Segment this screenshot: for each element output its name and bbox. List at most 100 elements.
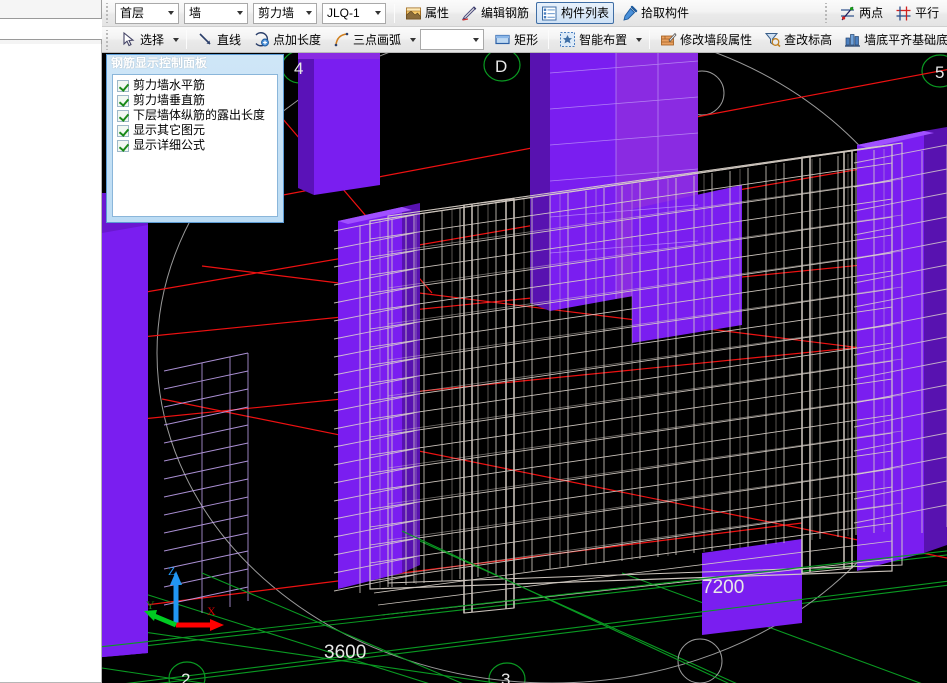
edit-rebar-label: 编辑钢筋 xyxy=(481,6,530,20)
three-point-arc-label: 三点画弧 xyxy=(353,32,402,47)
rectangle-button[interactable]: 矩形 xyxy=(489,29,543,51)
checkbox[interactable] xyxy=(117,109,129,122)
wall-base-flush-foundation-label: 墙底平齐基础底 xyxy=(864,32,947,47)
toolbar-grip-handle-2[interactable] xyxy=(823,3,832,23)
toolbar2-separator-1 xyxy=(186,30,188,49)
two-point-icon xyxy=(839,5,856,22)
select-button[interactable]: 选择 xyxy=(115,29,169,51)
toolbar2-separator-2 xyxy=(548,30,550,49)
rebar-display-control-panel[interactable]: 钢筋显示控制面板 剪力墙水平筋 剪力墙垂直筋 下层墙体纵筋的露出长度 显示其它图… xyxy=(106,54,284,223)
two-point-button[interactable]: 两点 xyxy=(834,2,888,24)
style-select[interactable] xyxy=(420,29,485,50)
rebar-panel-body: 剪力墙水平筋 剪力墙垂直筋 下层墙体纵筋的露出长度 显示其它图元 显示详细公式 xyxy=(112,74,278,217)
three-point-arc-button[interactable]: 三点画弧 xyxy=(328,29,406,51)
wall-base-flush-foundation-button[interactable]: 墙底平齐基础底 xyxy=(839,29,947,51)
grid-label-4: 4 xyxy=(294,59,303,78)
select-label: 选择 xyxy=(140,32,165,47)
grid-label-3: 3 xyxy=(501,670,510,683)
smart-layout-icon xyxy=(559,31,576,48)
line-button[interactable]: 直线 xyxy=(192,29,246,51)
option-label: 显示详细公式 xyxy=(133,138,206,152)
component-category-select[interactable]: 剪力墙 xyxy=(253,2,317,24)
application-window: 首层 墙 剪力墙 JLQ-1 属性 编辑钢筋 构件列表 拾取构件 两点 平行 选… xyxy=(0,0,947,683)
parallel-button[interactable]: 平行 xyxy=(890,2,944,24)
option-label: 剪力墙水平筋 xyxy=(133,78,206,92)
smart-layout-button[interactable]: 智能布置 xyxy=(554,29,632,51)
left-sidebar-panel xyxy=(0,0,163,683)
line-label: 直线 xyxy=(217,32,242,47)
properties-icon xyxy=(405,5,422,22)
toolbar-primary: 首层 墙 剪力墙 JLQ-1 属性 编辑钢筋 构件列表 拾取构件 两点 平行 xyxy=(102,0,947,27)
rebar-panel-title: 钢筋显示控制面板 xyxy=(111,56,208,70)
grid-label-2: 2 xyxy=(181,670,190,683)
point-add-length-label: 点加长度 xyxy=(273,32,322,47)
toolbar-separator xyxy=(394,3,395,23)
toolbar2-grip-handle[interactable] xyxy=(104,29,112,50)
wall-base-icon xyxy=(844,31,861,48)
rectangle-label: 矩形 xyxy=(514,32,539,47)
modify-wall-segment-label: 修改墙段属性 xyxy=(680,32,753,47)
dimension-3600: 3600 xyxy=(324,642,366,663)
3d-viewport[interactable]: 3600 7200 4 D 5 2 3 Z X Y 钢筋显示控制面板 剪力墙水平… xyxy=(102,53,947,683)
component-type-select[interactable]: 墙 xyxy=(184,2,248,24)
edit-rebar-button[interactable]: 编辑钢筋 xyxy=(456,2,534,24)
point-add-length-button[interactable]: 点加长度 xyxy=(248,29,326,51)
checkbox[interactable] xyxy=(117,124,129,137)
sidebar-search-bar xyxy=(0,18,163,40)
check-modify-elevation-label: 查改标高 xyxy=(784,32,833,47)
parallel-icon xyxy=(895,5,912,22)
grid-label-5: 5 xyxy=(935,63,944,82)
pick-component-label: 拾取构件 xyxy=(641,6,690,20)
shear-wall-horizontal-rebar[interactable]: 剪力墙水平筋 xyxy=(117,78,275,93)
smart-layout-label: 智能布置 xyxy=(579,32,628,47)
modify-wall-segment-button[interactable]: 修改墙段属性 xyxy=(655,29,757,51)
properties-button[interactable]: 属性 xyxy=(400,2,454,24)
parallel-label: 平行 xyxy=(915,6,940,20)
cursor-icon xyxy=(120,31,137,48)
axis-label-x: X xyxy=(207,604,216,618)
check-modify-elevation-button[interactable]: 查改标高 xyxy=(759,29,837,51)
option-label: 下层墙体纵筋的露出长度 xyxy=(133,108,266,122)
component-list-icon xyxy=(541,5,558,22)
checkbox[interactable] xyxy=(117,94,129,107)
chevron-down-icon[interactable] xyxy=(370,4,385,23)
component-list-label: 构件列表 xyxy=(561,6,610,20)
lower-wall-vertical-rebar-exposed-length[interactable]: 下层墙体纵筋的露出长度 xyxy=(117,108,275,123)
show-other-elements[interactable]: 显示其它图元 xyxy=(117,123,275,138)
elevation-icon xyxy=(764,31,781,48)
three-point-arc-dropdown[interactable] xyxy=(407,30,419,50)
axis-label-z: Z xyxy=(168,564,175,578)
shear-wall-vertical-rebar[interactable]: 剪力墙垂直筋 xyxy=(117,93,275,108)
smart-layout-dropdown[interactable] xyxy=(633,30,645,50)
toolbar-secondary: 选择 直线 点加长度 三点画弧 矩形 智能布置 修改墙段属性 查改标高 墙底平齐… xyxy=(102,27,947,53)
chevron-down-icon[interactable] xyxy=(301,4,316,23)
chevron-down-icon[interactable] xyxy=(232,4,247,23)
option-label: 剪力墙垂直筋 xyxy=(133,93,206,107)
eyedropper-icon xyxy=(621,5,638,22)
select-dropdown[interactable] xyxy=(170,30,182,50)
chevron-down-icon[interactable] xyxy=(163,4,178,23)
component-name-select[interactable]: JLQ-1 xyxy=(322,2,386,24)
floor-select[interactable]: 首层 xyxy=(115,2,179,24)
chevron-down-icon[interactable] xyxy=(468,30,483,49)
concrete-column-front-left xyxy=(102,193,148,658)
toolbar-grip-handle[interactable] xyxy=(104,3,112,23)
option-label: 显示其它图元 xyxy=(133,123,206,137)
properties-label: 属性 xyxy=(425,6,450,20)
edit-rebar-icon xyxy=(461,5,478,22)
show-detail-formula[interactable]: 显示详细公式 xyxy=(117,138,275,153)
two-point-label: 两点 xyxy=(859,6,884,20)
grid-label-D: D xyxy=(495,57,507,76)
arc-icon xyxy=(333,31,350,48)
checkbox[interactable] xyxy=(117,79,129,92)
pick-component-button[interactable]: 拾取构件 xyxy=(616,2,694,24)
checkbox[interactable] xyxy=(117,139,129,152)
toolbar2-separator-3 xyxy=(649,30,651,49)
component-list-button[interactable]: 构件列表 xyxy=(536,2,615,24)
sidebar-component-list[interactable] xyxy=(0,44,102,683)
wall-edit-icon xyxy=(660,31,677,48)
axis-label-y: Y xyxy=(146,598,155,612)
dimension-7200: 7200 xyxy=(702,577,744,598)
line-icon xyxy=(197,31,214,48)
point-length-icon xyxy=(253,31,270,48)
